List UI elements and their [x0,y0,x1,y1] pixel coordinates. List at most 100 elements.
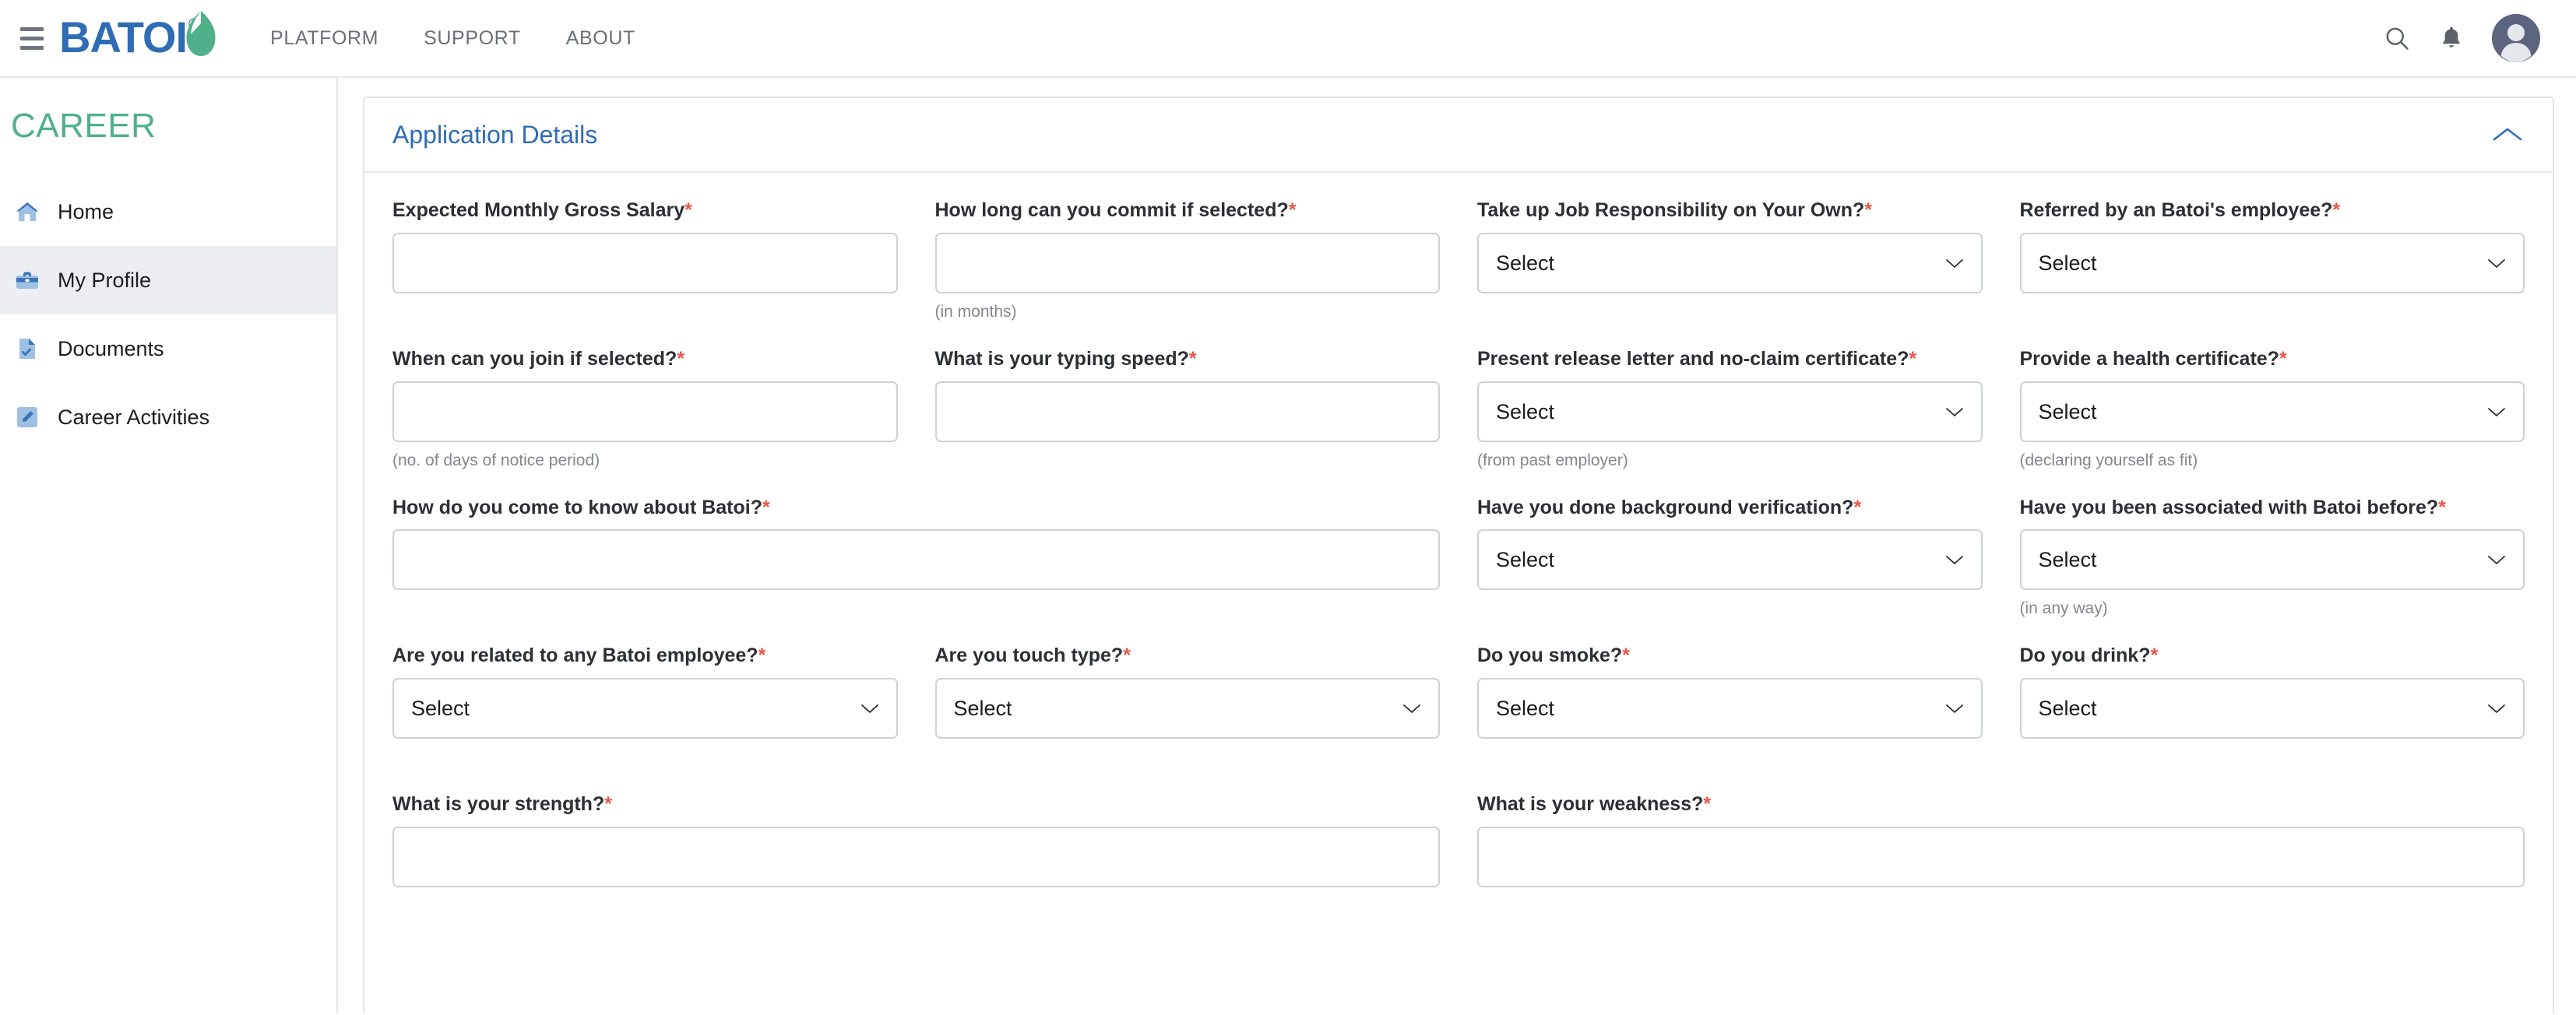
field-related-to-batoi-employee: Are you related to any Batoi employee?* … [392,644,898,768]
top-navigation-bar: BATOI ® PLATFORM SUPPORT ABOUT [0,0,2576,78]
field-label: Take up Job Responsibility on Your Own?* [1477,199,1872,221]
sidebar-item-label: Home [58,199,114,223]
form-row: How do you come to know about Batoi?* Ha… [392,497,2525,620]
field-hint: (in months) [934,302,1017,321]
required-marker: * [2279,347,2287,370]
associated-with-batoi-before-select[interactable]: Select [2019,529,2525,591]
sidebar-title: CAREER [11,107,157,145]
do-you-drink-select[interactable]: Select [2019,678,2525,739]
field-touch-type: Are you touch type?* Select [934,644,1440,768]
sidebar-item-my-profile[interactable]: My Profile [0,246,336,314]
required-marker: * [762,496,770,518]
field-label: What is your strength?* [392,793,612,815]
row-spacer [392,323,2525,348]
bell-icon[interactable] [2439,25,2464,51]
field-hint: (declaring yourself as fit) [2019,451,2198,469]
nav-link-support[interactable]: SUPPORT [401,27,544,50]
nav-link-platform[interactable]: PLATFORM [248,27,401,50]
required-marker: * [2150,644,2159,667]
chevron-up-icon[interactable] [2490,125,2525,145]
select-wrapper: Select [2019,381,2525,442]
row-spacer [392,472,2525,497]
field-how-do-you-know-about-batoi: How do you come to know about Batoi?* [392,497,1440,620]
logo-wordmark: BATOI [59,12,188,61]
required-marker: * [2332,199,2341,221]
select-wrapper: Select [392,678,898,739]
required-marker: * [758,644,766,667]
field-label: Are you touch type?* [934,644,1131,667]
take-up-job-responsibility-select[interactable]: Select [1477,232,1983,293]
how-do-you-know-about-batoi-input[interactable] [392,529,1440,591]
field-label: How do you come to know about Batoi?* [392,496,770,518]
field-referred-by-batoi-employee: Referred by an Batoi's employee?* Select [2019,199,2525,323]
sidebar-item-career-activities[interactable]: Career Activities [0,383,336,451]
field-label: When can you join if selected?* [392,347,685,370]
sidebar-item-label: Career Activities [58,405,210,429]
required-marker: * [1622,644,1630,667]
background-verification-select[interactable]: Select [1477,529,1983,591]
card-header: Application Details [364,98,2553,173]
main-content: Application Details Expected Monthly Gro… [338,78,2576,1013]
expected-monthly-gross-salary-input[interactable] [392,232,898,293]
hamburger-bar [20,26,44,31]
field-provide-health-certificate: Provide a health certificate?* Select (d… [2019,347,2525,472]
nav-link-about[interactable]: ABOUT [544,27,658,50]
sidebar-item-home[interactable]: Home [0,177,336,246]
required-marker: * [2438,496,2446,518]
sidebar-item-documents[interactable]: Documents [0,314,336,383]
user-avatar[interactable] [2492,14,2540,62]
referred-by-batoi-employee-select[interactable]: Select [2019,232,2525,293]
field-label: Do you drink?* [2019,644,2159,667]
field-present-release-letter: Present release letter and no-claim cert… [1477,348,1983,472]
field-label: How long can you commit if selected?* [934,199,1297,221]
search-icon[interactable] [2383,24,2411,52]
document-check-icon [14,335,40,362]
row-spacer [392,768,2525,793]
required-marker: * [1288,199,1297,221]
select-wrapper: Select [1477,678,1983,739]
leaf-logo-icon [186,11,216,56]
main-nav-links: PLATFORM SUPPORT ABOUT [248,27,658,50]
select-wrapper: Select [1477,381,1983,442]
field-expected-monthly-gross-salary: Expected Monthly Gross Salary* [392,199,898,323]
required-marker: * [604,793,612,815]
select-wrapper: Select [934,678,1440,739]
required-marker: * [1909,347,1917,370]
required-marker: * [684,199,692,221]
row-spacer [392,620,2525,644]
hamburger-menu-icon[interactable] [20,26,50,50]
field-label: Have you done background verification?* [1477,496,1862,518]
when-can-you-join-input[interactable] [392,381,898,442]
sidebar-nav-list: Home My Profile Documents Career Activit… [0,177,336,451]
form-row: What is your strength?* What is your wea… [392,793,2525,887]
field-your-strength: What is your strength?* [392,793,1440,887]
touch-type-select[interactable]: Select [934,678,1440,739]
field-label: Are you related to any Batoi employee?* [392,644,766,667]
provide-health-certificate-select[interactable]: Select [2019,381,2525,442]
hamburger-bar [20,45,44,50]
sidebar: CAREER Home My Profile Documents Career … [0,78,338,1013]
typing-speed-input[interactable] [934,381,1440,442]
your-weakness-input[interactable] [1477,826,2525,887]
form-body: Expected Monthly Gross Salary* How long … [364,173,2553,887]
present-release-letter-select[interactable]: Select [1477,381,1983,442]
field-label: Provide a health certificate?* [2019,347,2287,370]
do-you-smoke-select[interactable]: Select [1477,678,1983,739]
field-do-you-drink: Do you drink?* Select [2019,644,2525,768]
required-marker: * [1123,644,1131,667]
field-label: Have you been associated with Batoi befo… [2019,496,2446,518]
select-wrapper: Select [1477,529,1983,591]
your-strength-input[interactable] [392,826,1440,887]
application-details-card: Application Details Expected Monthly Gro… [363,97,2554,1013]
pencil-icon [14,404,40,430]
field-associated-with-batoi-before: Have you been associated with Batoi befo… [2019,496,2525,620]
how-long-commit-input[interactable] [934,232,1440,293]
select-wrapper: Select [2019,678,2525,739]
field-when-can-you-join: When can you join if selected?* (no. of … [392,348,898,472]
select-wrapper: Select [2019,232,2525,293]
related-to-batoi-employee-select[interactable]: Select [392,678,898,739]
batoi-logo[interactable]: BATOI ® [59,11,216,61]
sidebar-item-label: My Profile [58,268,152,292]
field-hint: (in any way) [2019,599,2108,618]
field-do-you-smoke: Do you smoke?* Select [1477,644,1983,768]
